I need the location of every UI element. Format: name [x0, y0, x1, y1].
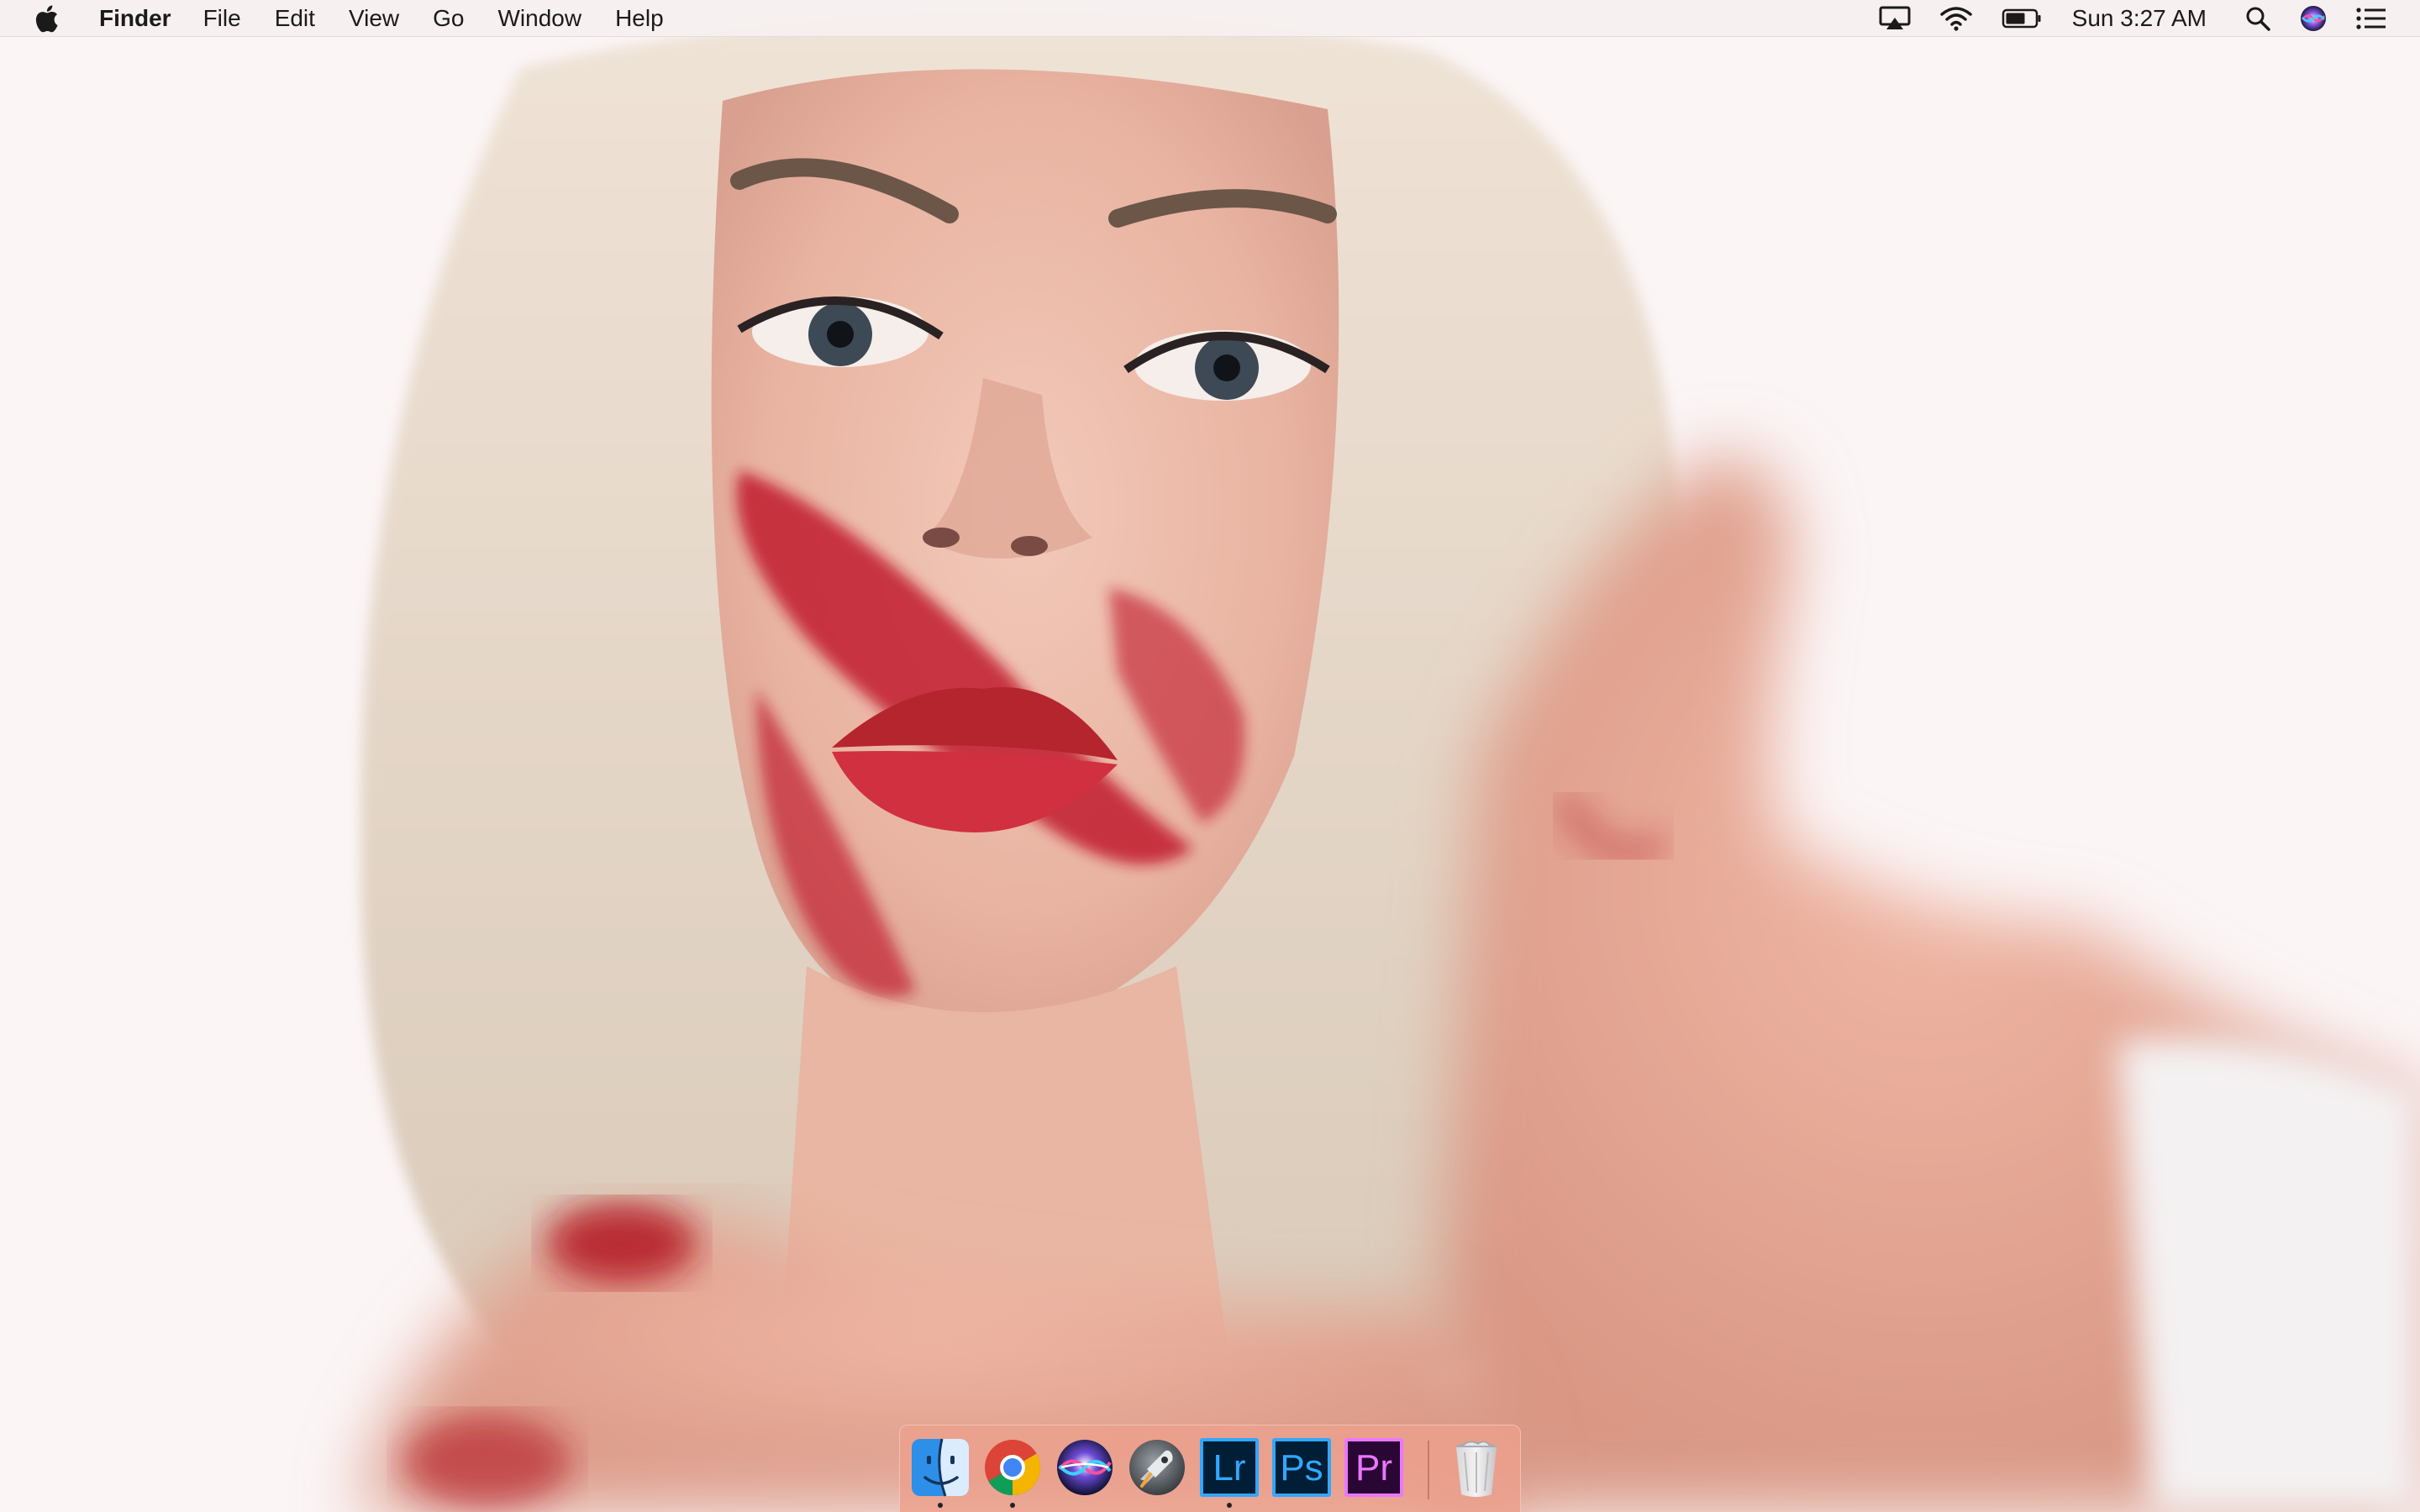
airplay-icon[interactable] [1879, 6, 1911, 31]
dock-premiere[interactable]: Pr [1342, 1436, 1406, 1499]
siri-icon[interactable] [2299, 4, 2328, 33]
notification-center-icon[interactable] [2356, 7, 2386, 30]
siri-icon [1057, 1440, 1113, 1495]
lightroom-label: Lr [1213, 1447, 1245, 1488]
battery-icon[interactable] [2002, 8, 2042, 29]
menu-file[interactable]: File [203, 5, 241, 32]
desktop-wallpaper [0, 0, 2420, 1512]
running-indicator [1227, 1503, 1232, 1508]
menu-edit[interactable]: Edit [275, 5, 315, 32]
dock-launchpad[interactable] [1125, 1436, 1189, 1499]
dock-finder[interactable] [908, 1436, 972, 1508]
menu-bar: Finder File Edit View Go Window Help Sun… [0, 0, 2420, 37]
premiere-label: Pr [1355, 1447, 1392, 1488]
menu-bar-right: Sun 3:27 AM [1850, 0, 2420, 37]
photoshop-icon: Ps [1272, 1438, 1331, 1497]
menu-app-name[interactable]: Finder [99, 5, 171, 32]
menu-bar-clock[interactable]: Sun 3:27 AM [2072, 5, 2207, 32]
dock-trash[interactable] [1444, 1436, 1508, 1499]
apple-menu-icon[interactable] [34, 4, 59, 33]
menu-view[interactable]: View [349, 5, 399, 32]
dock: Lr Ps Pr [899, 1425, 1521, 1512]
menu-help[interactable]: Help [615, 5, 664, 32]
dock-photoshop[interactable]: Ps [1270, 1436, 1334, 1499]
premiere-icon: Pr [1344, 1438, 1403, 1497]
trash-icon [1456, 1441, 1497, 1497]
menu-go[interactable]: Go [433, 5, 464, 32]
menu-window[interactable]: Window [497, 5, 581, 32]
photoshop-label: Ps [1280, 1447, 1323, 1488]
menu-bar-left: Finder File Edit View Go Window Help [0, 0, 697, 36]
dock-siri[interactable] [1053, 1436, 1117, 1499]
finder-icon [912, 1438, 969, 1497]
dock-chrome[interactable] [981, 1436, 1044, 1508]
dock-lightroom[interactable]: Lr [1197, 1436, 1261, 1508]
launchpad-icon [1129, 1440, 1185, 1495]
lightroom-icon: Lr [1200, 1438, 1259, 1497]
spotlight-icon[interactable] [2245, 6, 2270, 31]
wifi-icon[interactable] [1939, 6, 1973, 31]
dock-separator [1428, 1441, 1429, 1499]
running-indicator [1010, 1503, 1015, 1508]
running-indicator [938, 1503, 943, 1508]
chrome-icon [985, 1440, 1040, 1495]
